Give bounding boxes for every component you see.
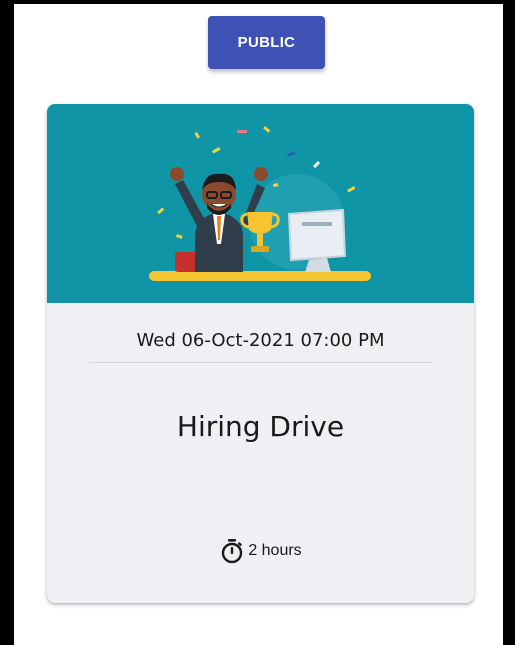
window-frame-right xyxy=(503,0,515,645)
celebration-illustration xyxy=(149,125,371,281)
event-duration: 2 hours xyxy=(47,538,474,564)
duration-label: 2 hours xyxy=(248,542,302,559)
stopwatch-icon xyxy=(222,539,243,564)
event-banner xyxy=(47,104,474,303)
event-card[interactable]: Wed 06-Oct-2021 07:00 PM Hiring Drive 2 … xyxy=(47,104,474,603)
event-title: Hiring Drive xyxy=(176,410,345,443)
desk xyxy=(149,271,371,281)
window-frame-left xyxy=(0,0,14,645)
public-button[interactable]: PUBLIC xyxy=(208,16,325,69)
window-frame-top xyxy=(0,0,515,4)
divider xyxy=(89,362,432,363)
event-date-time: Wed 06-Oct-2021 07:00 PM xyxy=(136,330,385,351)
